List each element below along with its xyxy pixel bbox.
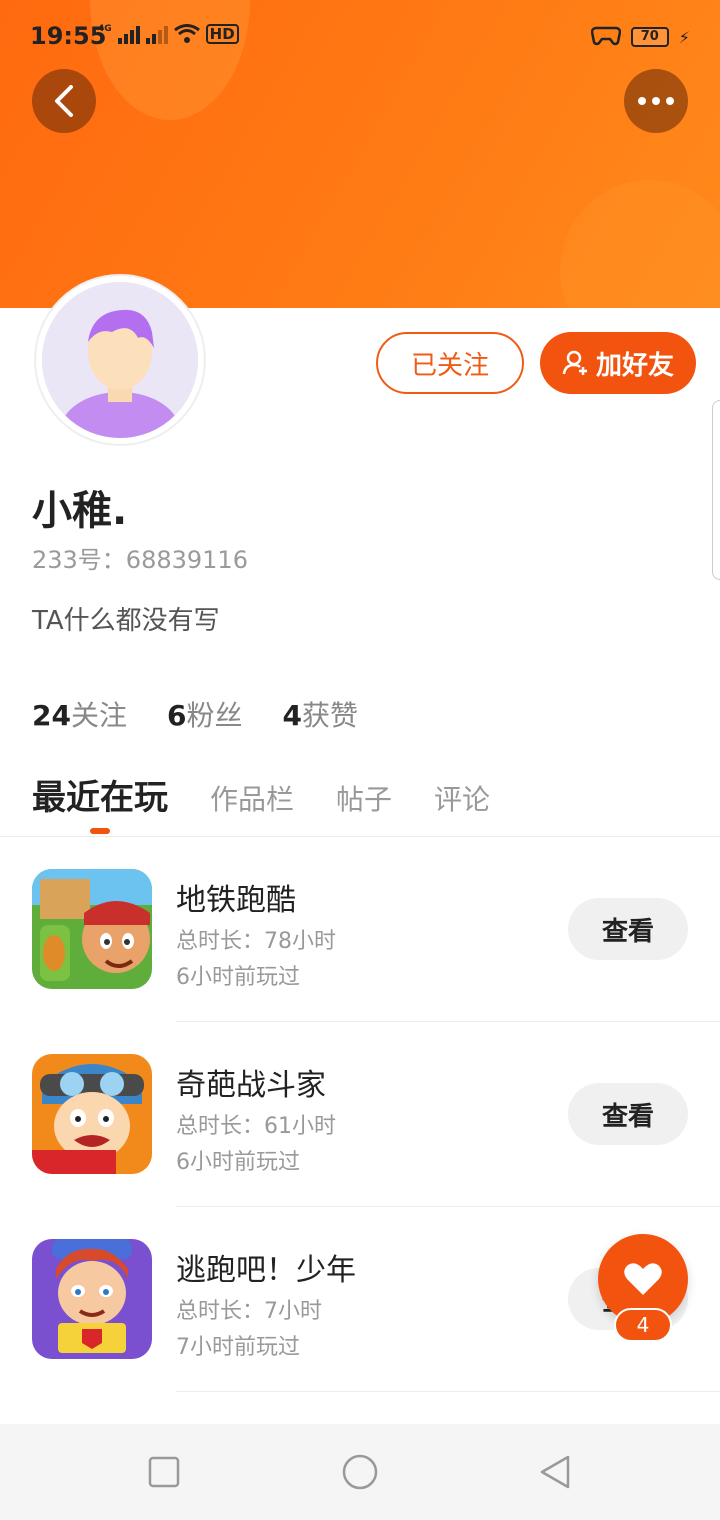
add-friend-label: 加好友 xyxy=(595,350,674,381)
edge-handle[interactable] xyxy=(712,400,720,580)
game-name: 奇葩战斗家 xyxy=(176,1068,326,1103)
tab-works[interactable]: 作品栏 xyxy=(210,778,294,818)
back-button[interactable] xyxy=(32,69,96,133)
home-button[interactable] xyxy=(342,1454,378,1490)
stat-num: 4 xyxy=(282,699,302,732)
profile-tabs: 最近在玩 作品栏 帖子 评论 xyxy=(32,770,532,819)
signal-icon xyxy=(117,24,140,44)
status-icons: 4G HD xyxy=(98,24,239,44)
user-id: 233号：68839116 xyxy=(32,546,248,574)
charging-icon: ⚡ xyxy=(678,27,690,47)
game-duration: 总时长：61小时 xyxy=(176,1114,336,1139)
add-friend-button[interactable]: 加好友 xyxy=(540,332,696,394)
game-icon-qipa-fighter xyxy=(32,1054,152,1174)
more-dots-icon xyxy=(638,97,674,105)
stat-fans[interactable]: 6 粉丝 xyxy=(167,694,243,734)
profile-stats: 24 关注 6 粉丝 4 获赞 xyxy=(32,694,358,734)
game-duration: 总时长：7小时 xyxy=(176,1299,322,1324)
network-type-label: 4G xyxy=(98,24,112,34)
game-duration: 总时长：78小时 xyxy=(176,929,336,954)
game-icon-subway-surfers xyxy=(32,869,152,989)
game-list-item[interactable]: 地铁跑酷 总时长：78小时 6小时前玩过 查看 xyxy=(0,837,720,1022)
username: 小稚. xyxy=(32,488,128,534)
add-user-icon xyxy=(562,350,587,375)
tab-comments[interactable]: 评论 xyxy=(434,778,490,818)
view-button[interactable]: 查看 xyxy=(568,1083,688,1145)
follow-button[interactable]: 已关注 xyxy=(376,332,524,394)
back-nav-button[interactable] xyxy=(538,1454,574,1490)
recent-apps-button[interactable] xyxy=(146,1454,182,1490)
stat-num: 24 xyxy=(32,699,71,732)
stat-label: 关注 xyxy=(70,699,127,732)
stat-label: 获赞 xyxy=(301,699,358,732)
user-bio: TA什么都没有写 xyxy=(32,606,220,636)
divider xyxy=(176,1391,720,1392)
game-last-played: 6小时前玩过 xyxy=(176,965,300,990)
chevron-left-icon xyxy=(55,85,73,117)
hd-badge: HD xyxy=(205,24,239,44)
game-last-played: 7小时前玩过 xyxy=(176,1335,300,1360)
game-list-item[interactable]: 奇葩战斗家 总时长：61小时 6小时前玩过 查看 xyxy=(0,1022,720,1207)
stat-likes[interactable]: 4 获赞 xyxy=(282,694,358,734)
gamepad-icon xyxy=(590,24,622,50)
tab-recent-playing[interactable]: 最近在玩 xyxy=(32,770,168,819)
stat-label: 粉丝 xyxy=(186,699,243,732)
like-count-badge: 4 xyxy=(614,1308,672,1342)
game-last-played: 6小时前玩过 xyxy=(176,1150,300,1175)
more-button[interactable] xyxy=(624,69,688,133)
system-nav-bar xyxy=(0,1424,720,1520)
circle-icon xyxy=(342,1454,378,1490)
triangle-back-icon xyxy=(540,1455,570,1489)
game-icon-escape-boy xyxy=(32,1239,152,1359)
status-time: 19:55 xyxy=(30,22,107,50)
wifi-icon xyxy=(173,24,200,44)
battery-indicator: 70 xyxy=(630,27,669,47)
status-bar: 19:55 4G HD 70 ⚡ xyxy=(0,0,720,72)
avatar[interactable] xyxy=(36,276,204,444)
heart-icon xyxy=(624,1263,662,1295)
active-tab-indicator xyxy=(90,828,110,834)
game-name: 地铁跑酷 xyxy=(176,883,296,918)
game-name: 逃跑吧！少年 xyxy=(176,1253,356,1288)
view-button[interactable]: 查看 xyxy=(568,898,688,960)
signal-icon-2 xyxy=(145,24,168,44)
stat-num: 6 xyxy=(166,699,187,732)
square-icon xyxy=(148,1456,180,1488)
tab-posts[interactable]: 帖子 xyxy=(336,778,392,818)
stat-following[interactable]: 24 关注 xyxy=(32,694,127,734)
